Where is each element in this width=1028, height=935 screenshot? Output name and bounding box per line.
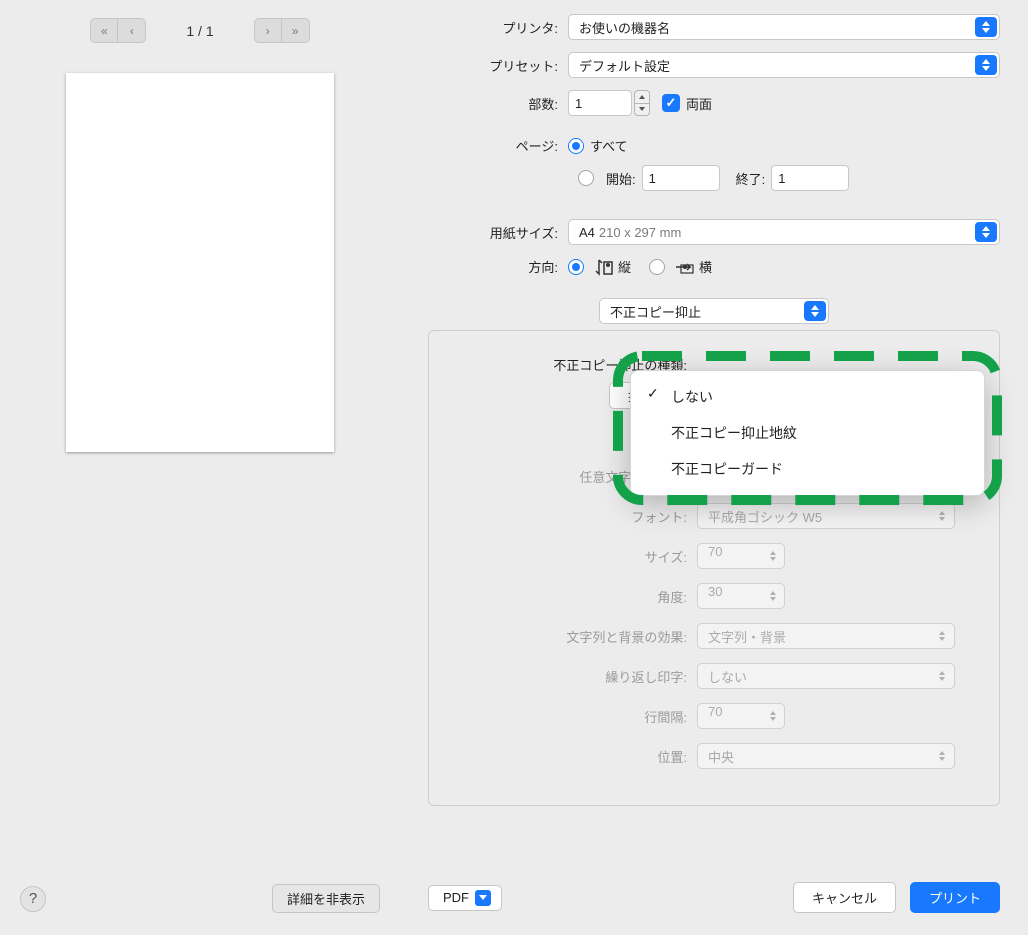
anti-copy-type-popup: しない 不正コピー抑止地紋 不正コピーガード — [630, 370, 985, 496]
chevron-down-icon — [475, 890, 491, 906]
popup-item-pattern[interactable]: 不正コピー抑止地紋 — [631, 415, 984, 451]
first-page-button[interactable]: « — [90, 18, 118, 43]
copies-label: 部数: — [428, 94, 568, 113]
copies-stepper[interactable] — [634, 90, 650, 116]
page-indicator: 1 / 1 — [186, 23, 213, 39]
updown-arrows-icon — [804, 301, 826, 321]
preset-label: プリセット: — [428, 56, 568, 75]
orientation-portrait-label: 縦 — [618, 257, 631, 276]
preview-toolbar: « ‹ 1 / 1 › » — [0, 0, 400, 53]
pdf-dropdown-button[interactable]: PDF — [428, 885, 502, 911]
preview-page — [66, 73, 334, 452]
position-select-value: 中央 — [708, 747, 734, 766]
prev-page-button[interactable]: ‹ — [118, 18, 146, 43]
line-spacing-label: 行間隔: — [449, 707, 697, 726]
paper-size-select[interactable]: A4 210 x 297 mm — [568, 219, 1000, 245]
updown-arrows-icon — [975, 222, 997, 242]
paper-size-label: 用紙サイズ: — [428, 223, 568, 242]
orientation-label: 方向: — [428, 257, 568, 276]
pages-to-input[interactable] — [771, 165, 849, 191]
repeat-select-value: しない — [708, 667, 747, 686]
orientation-landscape-radio[interactable] — [649, 259, 665, 275]
printer-select[interactable]: お使いの機器名 — [568, 14, 1000, 40]
pdf-button-label: PDF — [443, 890, 469, 905]
font-select-value: 平成角ゴシック W5 — [708, 507, 822, 526]
angle-value: 30 — [708, 584, 722, 599]
printer-select-value: お使いの機器名 — [579, 18, 670, 37]
pages-label: ページ: — [428, 136, 568, 155]
preset-select[interactable]: デフォルト設定 — [568, 52, 1000, 78]
hide-details-button[interactable]: 詳細を非表示 — [272, 884, 380, 913]
anti-copy-type-popup-wrap: しない 不正コピー抑止地紋 不正コピーガード — [630, 370, 985, 496]
nav-first-prev-group: « ‹ — [90, 18, 146, 43]
font-select[interactable]: 平成角ゴシック W5 — [697, 503, 955, 529]
position-label: 位置: — [449, 747, 697, 766]
preset-select-value: デフォルト設定 — [579, 56, 670, 75]
repeat-select[interactable]: しない — [697, 663, 955, 689]
form-footer: PDF キャンセル プリント — [428, 882, 1000, 913]
angle-label: 角度: — [449, 587, 697, 606]
updown-arrows-icon — [975, 17, 997, 37]
nav-next-last-group: › » — [254, 18, 310, 43]
next-page-button[interactable]: › — [254, 18, 282, 43]
preview-footer: ? 詳細を非表示 — [0, 884, 400, 913]
printer-label: プリンタ: — [428, 18, 568, 37]
position-select[interactable]: 中央 — [697, 743, 955, 769]
last-page-button[interactable]: » — [282, 18, 310, 43]
pages-to-label: 終了: — [736, 169, 766, 188]
popup-item-copy-guard[interactable]: 不正コピーガード — [631, 451, 984, 487]
pages-all-radio[interactable] — [568, 138, 584, 154]
help-button[interactable]: ? — [20, 886, 46, 912]
section-select-value: 不正コピー抑止 — [610, 302, 701, 321]
effect-label: 文字列と背景の効果: — [449, 627, 697, 646]
preview-page-container — [0, 53, 400, 472]
pages-all-label: すべて — [590, 136, 628, 155]
orientation-portrait-radio[interactable] — [568, 259, 584, 275]
size-value: 70 — [708, 544, 722, 559]
popup-item-none[interactable]: しない — [631, 379, 984, 415]
size-label: サイズ: — [449, 547, 697, 566]
effect-select-value: 文字列・背景 — [708, 627, 786, 646]
line-spacing-input[interactable]: 70 — [697, 703, 785, 729]
portrait-icon — [592, 258, 614, 276]
size-input[interactable]: 70 — [697, 543, 785, 569]
repeat-label: 繰り返し印字: — [449, 667, 697, 686]
pages-from-label: 開始: — [606, 169, 636, 188]
font-label: フォント: — [449, 507, 697, 526]
angle-input[interactable]: 30 — [697, 583, 785, 609]
copies-input[interactable] — [568, 90, 632, 116]
pages-from-input[interactable] — [642, 165, 720, 191]
print-button[interactable]: プリント — [910, 882, 1000, 913]
updown-arrows-icon — [975, 55, 997, 75]
paper-size-main: A4 — [579, 225, 595, 240]
effect-select[interactable]: 文字列・背景 — [697, 623, 955, 649]
preview-panel: « ‹ 1 / 1 › » ? 詳細を非表示 — [0, 0, 400, 935]
pages-range-radio[interactable] — [578, 170, 594, 186]
paper-size-detail: 210 x 297 mm — [599, 225, 681, 240]
print-dialog: « ‹ 1 / 1 › » ? 詳細を非表示 プリンタ: お使いの機器名 — [0, 0, 1028, 935]
landscape-icon — [673, 258, 695, 276]
orientation-landscape-label: 横 — [699, 257, 712, 276]
line-spacing-value: 70 — [708, 704, 722, 719]
cancel-button[interactable]: キャンセル — [793, 882, 896, 913]
duplex-checkbox[interactable]: ✓ — [662, 94, 680, 112]
section-select[interactable]: 不正コピー抑止 — [599, 298, 829, 324]
duplex-label: 両面 — [686, 94, 712, 113]
